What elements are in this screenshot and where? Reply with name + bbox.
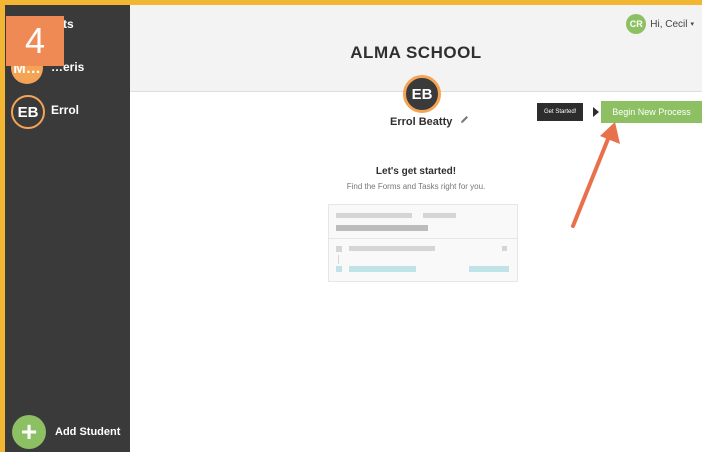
- plus-icon: +: [12, 415, 46, 449]
- skeleton-dot: [502, 246, 507, 251]
- user-avatar: CR: [626, 14, 647, 34]
- add-student-button[interactable]: + Add Student: [12, 415, 132, 451]
- annotation-arrow-icon: [571, 122, 620, 228]
- greeting-text: Hi, Cecil: [650, 18, 688, 30]
- pencil-icon[interactable]: [459, 114, 470, 125]
- sidebar-item-errol[interactable]: EB Errol: [5, 93, 130, 133]
- sidebar-item-label: Errol: [51, 103, 80, 117]
- tooltip-pointer: [593, 107, 599, 117]
- student-avatar: EB: [403, 75, 441, 113]
- user-menu[interactable]: CR Hi, Cecil ▾: [626, 13, 694, 35]
- skeleton-line: [469, 266, 509, 272]
- divider: [329, 238, 517, 239]
- sidebar: …ts M… …eris EB Errol + Add Student: [5, 5, 130, 452]
- skeleton-line: [349, 266, 416, 272]
- skeleton-checkbox: [336, 246, 342, 252]
- forms-preview-illustration: [328, 204, 518, 282]
- add-student-label: Add Student: [55, 426, 121, 438]
- skeleton-connector: [338, 255, 339, 264]
- school-title: ALMA SCHOOL: [350, 43, 482, 62]
- skeleton-line: [336, 213, 412, 218]
- chevron-down-icon: ▾: [690, 21, 694, 28]
- skeleton-line: [336, 225, 428, 231]
- student-name: Errol Beatty: [390, 116, 453, 128]
- skeleton-checkbox: [336, 266, 342, 272]
- step-number-badge: 4: [6, 16, 64, 66]
- skeleton-line: [349, 246, 435, 251]
- skeleton-line: [423, 213, 456, 218]
- avatar: EB: [11, 95, 45, 129]
